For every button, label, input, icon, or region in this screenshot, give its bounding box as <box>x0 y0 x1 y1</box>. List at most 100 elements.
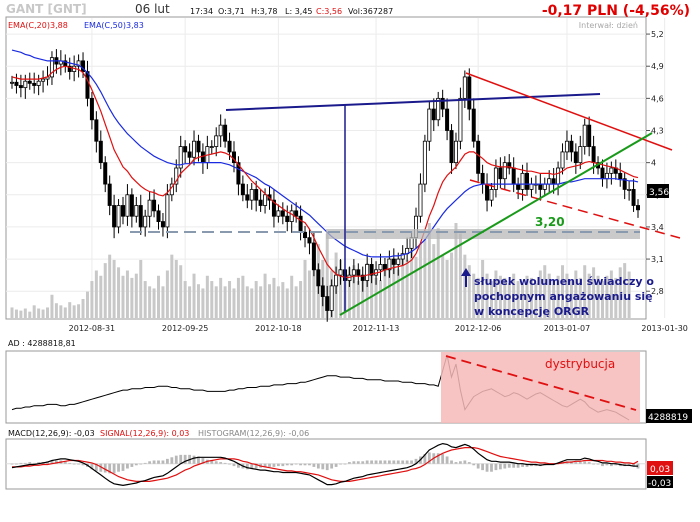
candle-body <box>27 80 32 84</box>
candle-body <box>334 274 339 287</box>
x-tick-label: 2012-10-18 <box>255 324 302 333</box>
volume-bar <box>157 275 161 318</box>
histogram-bar <box>165 458 169 464</box>
volume-bar <box>139 259 143 318</box>
volume-bar <box>90 281 94 318</box>
histogram-bar <box>68 462 72 464</box>
histogram-bar <box>223 462 227 464</box>
y-tick-label: 4,6 <box>651 94 664 103</box>
histogram-bar <box>392 460 396 464</box>
volume-bar <box>259 286 263 318</box>
candle-body <box>143 215 148 228</box>
histogram-bar <box>294 463 298 465</box>
volume-bar <box>14 309 18 318</box>
candle-body <box>289 210 294 222</box>
volume-bar <box>445 259 449 318</box>
volume-bar <box>59 305 63 318</box>
histogram-bar <box>316 463 320 469</box>
candle-body <box>498 167 503 180</box>
candle-body <box>587 124 592 147</box>
histogram-bar <box>481 463 485 471</box>
candle-body <box>36 80 41 86</box>
histogram-bar <box>472 463 476 466</box>
histogram-bar <box>383 460 387 464</box>
histogram-bar <box>587 462 591 464</box>
volume-bar <box>112 259 116 318</box>
histogram-bar <box>219 462 223 464</box>
histogram-bar <box>476 463 480 469</box>
candle-body <box>214 135 219 147</box>
histogram-bar <box>214 461 218 464</box>
volume-bar <box>219 277 223 318</box>
volume-bar <box>77 304 81 318</box>
x-tick-label: 2013-01-07 <box>544 324 591 333</box>
candle-body <box>103 162 108 185</box>
candle-body <box>511 167 516 185</box>
candle-body <box>303 231 308 239</box>
volume-bar <box>432 244 436 318</box>
interval-label: Interwał: dzień <box>579 21 638 30</box>
candle-body <box>187 151 192 158</box>
volume-bar <box>108 254 112 318</box>
volume-bar <box>294 286 298 318</box>
histogram-bar <box>325 463 329 471</box>
candle-body <box>582 124 587 147</box>
candle-body <box>98 140 103 164</box>
histogram-bar <box>228 463 231 465</box>
candle-body <box>89 97 94 121</box>
candle-body <box>285 215 290 222</box>
candle-body <box>427 108 432 142</box>
histogram-bar <box>467 462 471 464</box>
candle-body <box>249 189 254 201</box>
volume-bar <box>205 275 209 318</box>
histogram-bar <box>339 463 342 465</box>
histogram-bar <box>321 463 325 470</box>
histogram-bar <box>139 463 143 465</box>
volume-bar <box>23 308 27 318</box>
open-label: O:3,71 <box>218 7 245 16</box>
volume-bar <box>276 286 280 318</box>
candle-body <box>223 124 228 142</box>
histogram-bar <box>352 461 356 464</box>
y-tick-label: 3,1 <box>651 255 664 264</box>
histogram-bar <box>290 463 294 466</box>
volume-bar <box>418 244 422 318</box>
candle-body <box>325 296 330 311</box>
candle-body <box>116 205 121 228</box>
candle-body <box>378 264 383 271</box>
candle-body <box>85 71 90 99</box>
candle-body <box>316 269 321 287</box>
candle-body <box>449 130 454 164</box>
candle-body <box>600 167 605 180</box>
candle-body <box>263 194 268 206</box>
volume-bar <box>201 288 205 318</box>
volume-bar <box>272 277 276 318</box>
candle-body <box>320 285 325 297</box>
volume-bar <box>28 311 32 318</box>
annotation-line-1: słupek wolumenu świadczy o <box>474 275 654 288</box>
candle-body <box>120 205 125 217</box>
histogram-bar <box>445 456 449 464</box>
price-change-label: -0,17 PLN (-4,56%) <box>542 3 690 19</box>
volume-bar <box>81 299 85 318</box>
y-tick-label: 4 <box>651 159 656 168</box>
histogram-bar <box>410 460 413 464</box>
candle-body <box>152 199 157 212</box>
histogram-bar <box>374 460 378 464</box>
ema50-legend: EMA(C,50)3,83 <box>84 21 144 30</box>
histogram-bar <box>10 463 14 465</box>
x-tick-label: 2012-08-31 <box>69 324 116 333</box>
volume-bar <box>99 275 103 318</box>
candle-body <box>467 76 472 110</box>
candle-body <box>578 146 583 164</box>
histogram-bar <box>396 460 400 464</box>
histogram-bar <box>285 463 289 466</box>
candle-body <box>338 269 343 276</box>
candle-body <box>14 81 19 86</box>
histogram-bar <box>574 462 578 464</box>
volume-bar <box>143 281 147 318</box>
y-tick-label: 5,2 <box>651 30 664 39</box>
histogram-bar <box>174 455 178 464</box>
candle-body <box>396 258 401 265</box>
volume-bar <box>68 302 72 318</box>
